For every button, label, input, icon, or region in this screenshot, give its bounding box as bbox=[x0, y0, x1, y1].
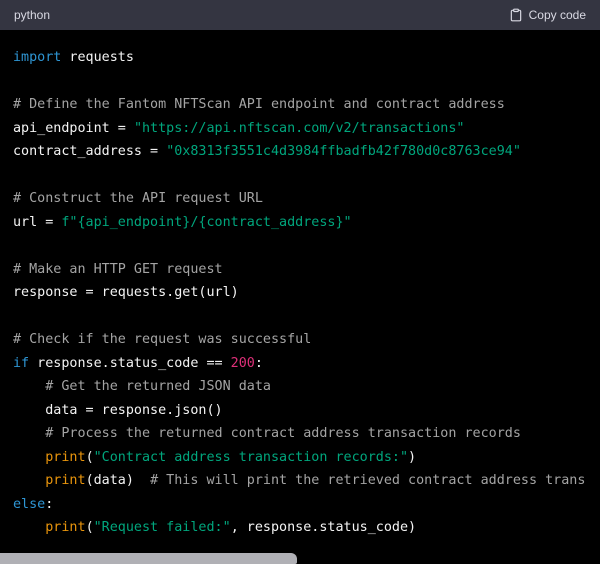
code-line: # Construct the API request URL bbox=[13, 187, 600, 211]
code-line: data = response.json() bbox=[13, 399, 600, 423]
code-line: api_endpoint = "https://api.nftscan.com/… bbox=[13, 117, 600, 141]
code-line bbox=[13, 234, 600, 258]
code-line: else: bbox=[13, 493, 600, 517]
code-block-header: python Copy code bbox=[0, 0, 600, 30]
code-line bbox=[13, 164, 600, 188]
code-line: contract_address = "0x8313f3551c4d3984ff… bbox=[13, 140, 600, 164]
code-line: response = requests.get(url) bbox=[13, 281, 600, 305]
copy-code-button[interactable]: Copy code bbox=[509, 8, 586, 22]
code-content: import requests # Define the Fantom NFTS… bbox=[0, 30, 600, 540]
code-line: # Process the returned contract address … bbox=[13, 422, 600, 446]
code-line: # Get the returned JSON data bbox=[13, 375, 600, 399]
code-line: import requests bbox=[13, 46, 600, 70]
horizontal-scrollbar-thumb[interactable] bbox=[0, 553, 297, 564]
code-line: # Check if the request was successful bbox=[13, 328, 600, 352]
code-line: url = f"{api_endpoint}/{contract_address… bbox=[13, 211, 600, 235]
code-line: if response.status_code == 200: bbox=[13, 352, 600, 376]
code-line: # Make an HTTP GET request bbox=[13, 258, 600, 282]
code-line: print("Request failed:", response.status… bbox=[13, 516, 600, 540]
code-line bbox=[13, 305, 600, 329]
code-line: # Define the Fantom NFTScan API endpoint… bbox=[13, 93, 600, 117]
copy-code-label: Copy code bbox=[529, 8, 586, 22]
language-label: python bbox=[14, 0, 50, 30]
code-block: python Copy code import requests # Defin… bbox=[0, 0, 600, 564]
code-line: print("Contract address transaction reco… bbox=[13, 446, 600, 470]
code-line bbox=[13, 70, 600, 94]
code-line: print(data) # This will print the retrie… bbox=[13, 469, 600, 493]
clipboard-icon bbox=[509, 8, 523, 22]
